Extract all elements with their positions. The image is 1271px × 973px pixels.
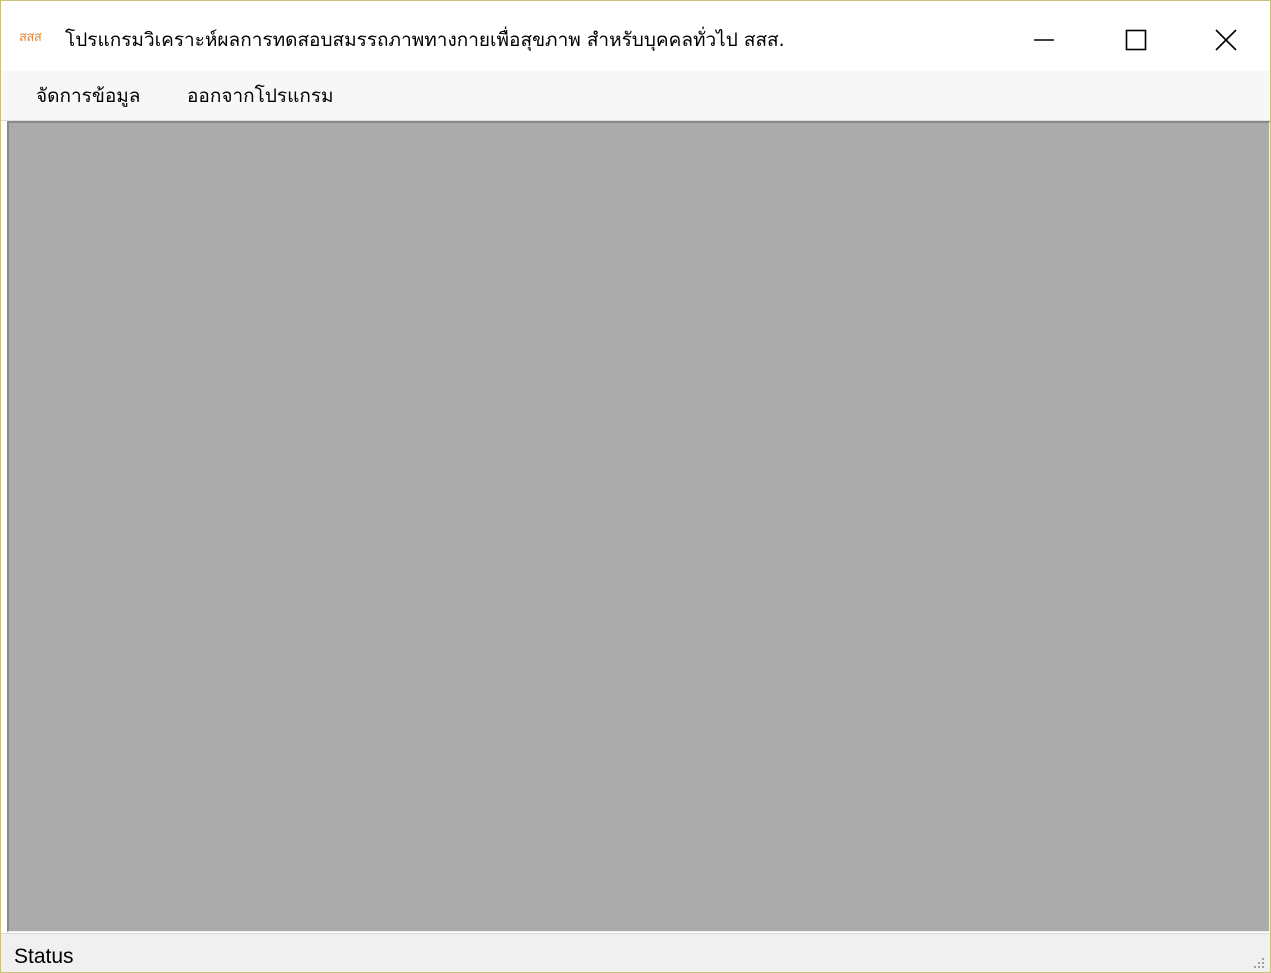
window-title: โปรแกรมวิเคราะห์ผลการทดสอบสมรรถภาพทางกาย… bbox=[65, 29, 785, 51]
maximize-icon bbox=[1125, 29, 1147, 51]
minimize-button[interactable] bbox=[998, 11, 1090, 69]
title-bar[interactable]: สสส โปรแกรมวิเคราะห์ผลการทดสอบสมรรถภาพทา… bbox=[1, 1, 1270, 71]
close-button[interactable] bbox=[1180, 11, 1270, 69]
minimize-icon bbox=[1034, 39, 1054, 41]
app-icon: สสส bbox=[19, 30, 42, 45]
status-label: Status bbox=[14, 945, 74, 968]
menu-item-manage-data[interactable]: จัดการข้อมูล bbox=[32, 81, 144, 111]
menu-bar: จัดการข้อมูล ออกจากโปรแกรม bbox=[1, 71, 1270, 121]
status-bar: Status bbox=[1, 933, 1270, 972]
menu-item-exit-program[interactable]: ออกจากโปรแกรม bbox=[183, 81, 338, 111]
maximize-button[interactable] bbox=[1090, 11, 1182, 69]
main-window: สสส โปรแกรมวิเคราะห์ผลการทดสอบสมรรถภาพทา… bbox=[0, 0, 1271, 973]
close-icon bbox=[1215, 29, 1237, 51]
size-grip-icon[interactable] bbox=[1248, 952, 1266, 970]
mdi-client-area bbox=[7, 121, 1270, 932]
